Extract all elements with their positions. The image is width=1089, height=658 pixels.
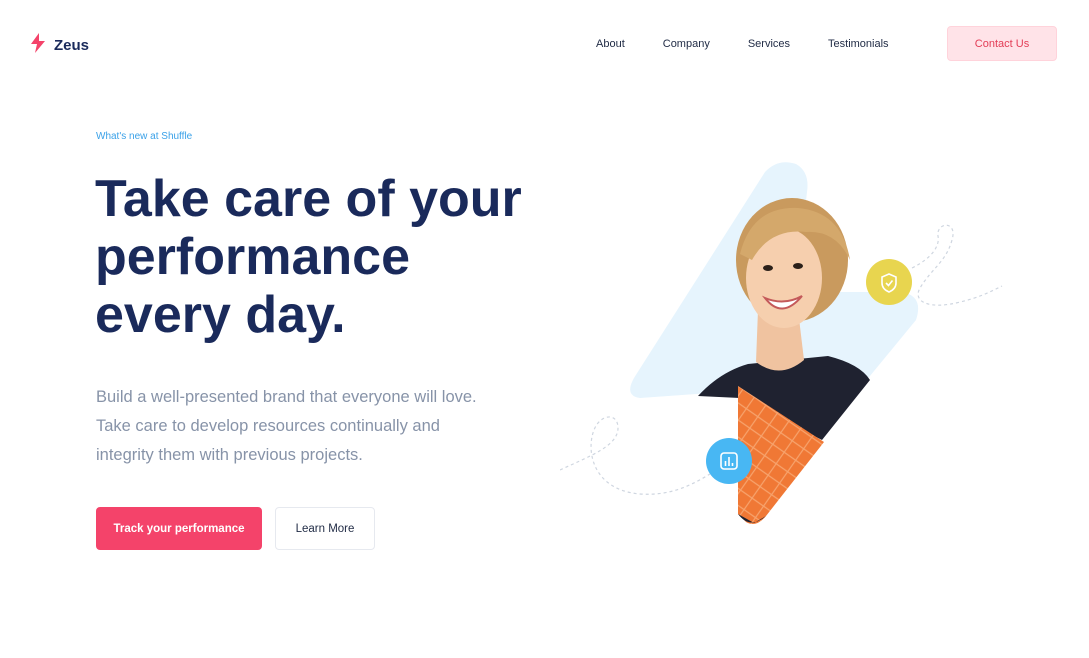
nav-about[interactable]: About (596, 38, 625, 50)
description-line-3: integrity them with previous projects. (96, 446, 363, 464)
brand-logo[interactable]: Zeus (30, 33, 89, 58)
person-eye-right (793, 263, 803, 269)
track-performance-button[interactable]: Track your performance (96, 507, 262, 550)
headline-line-3: every day. (95, 286, 346, 344)
badge-top (866, 259, 912, 305)
contact-us-button[interactable]: Contact Us (947, 26, 1057, 61)
headline-line-1: Take care of your (95, 170, 522, 228)
headline-line-2: performance (95, 228, 410, 286)
dashed-line-top (911, 224, 1003, 306)
hero-description: Build a well-presented brand that everyo… (96, 383, 516, 470)
nav-services[interactable]: Services (748, 38, 790, 50)
hero-illustration-svg (559, 162, 1003, 524)
lightning-bolt-icon (30, 33, 46, 58)
nav-testimonials[interactable]: Testimonials (828, 38, 889, 50)
person-eye-left (763, 265, 773, 271)
hero-headline: Take care of your performance every day. (95, 170, 555, 344)
description-line-2: Take care to develop resources continual… (96, 417, 440, 435)
main-nav: About Company Services Testimonials (596, 38, 927, 50)
nav-company[interactable]: Company (663, 38, 710, 50)
description-line-1: Build a well-presented brand that everyo… (96, 388, 477, 406)
brand-name: Zeus (54, 37, 90, 54)
learn-more-button[interactable]: Learn More (275, 507, 375, 550)
dashed-line-bottom (559, 416, 711, 495)
eyebrow-text: What's new at Shuffle (96, 131, 193, 142)
hero-illustration (559, 150, 1010, 540)
